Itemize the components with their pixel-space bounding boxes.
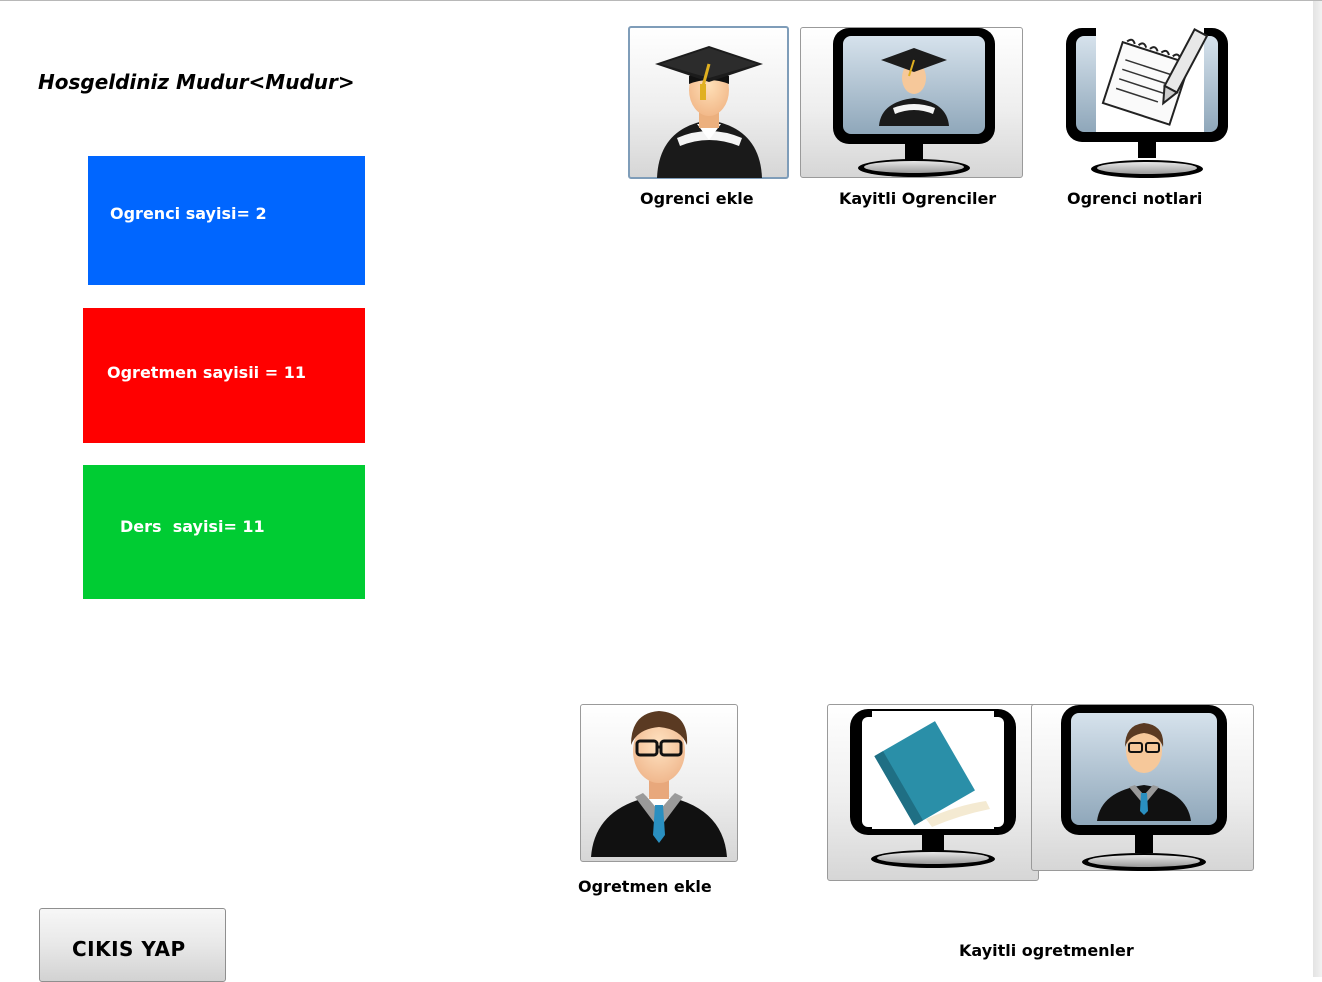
course-count-label: Ders sayisi= 11 [120,517,265,536]
registered-teachers-button[interactable] [1031,704,1254,871]
add-teacher-caption: Ogretmen ekle [578,877,712,896]
exit-button-label: CIKIS YAP [72,937,186,961]
welcome-title: Hosgeldiniz Mudur<Mudur> [38,70,355,94]
course-count-tile: Ders sayisi= 11 [83,465,365,599]
add-student-caption: Ogrenci ekle [640,189,754,208]
teacher-icon [591,711,727,857]
monitor-notepad-icon [1066,26,1228,178]
monitor-graduate-icon [833,28,995,177]
student-grades-caption: Ogrenci notlari [1067,189,1203,208]
courses-button[interactable] [827,704,1039,881]
window-top-border [0,0,1322,1]
window-right-edge [1313,1,1322,977]
registered-students-caption: Kayitli Ogrenciler [839,189,997,208]
student-count-tile: Ogrenci sayisi= 2 [88,156,365,285]
monitor-book-icon [850,709,1016,868]
registered-teachers-caption: Kayitli ogretmenler [959,941,1134,960]
monitor-teacher-icon [1061,705,1227,871]
exit-button[interactable]: CIKIS YAP [39,908,226,982]
add-teacher-button[interactable] [580,704,738,862]
registered-students-button[interactable] [800,27,1023,178]
add-student-button[interactable] [628,26,789,179]
graduate-icon [655,46,763,178]
student-grades-button[interactable] [1063,24,1231,181]
teacher-count-tile: Ogretmen sayisii = 11 [83,308,365,443]
teacher-count-label: Ogretmen sayisii = 11 [107,363,306,382]
student-count-label: Ogrenci sayisi= 2 [110,204,267,223]
